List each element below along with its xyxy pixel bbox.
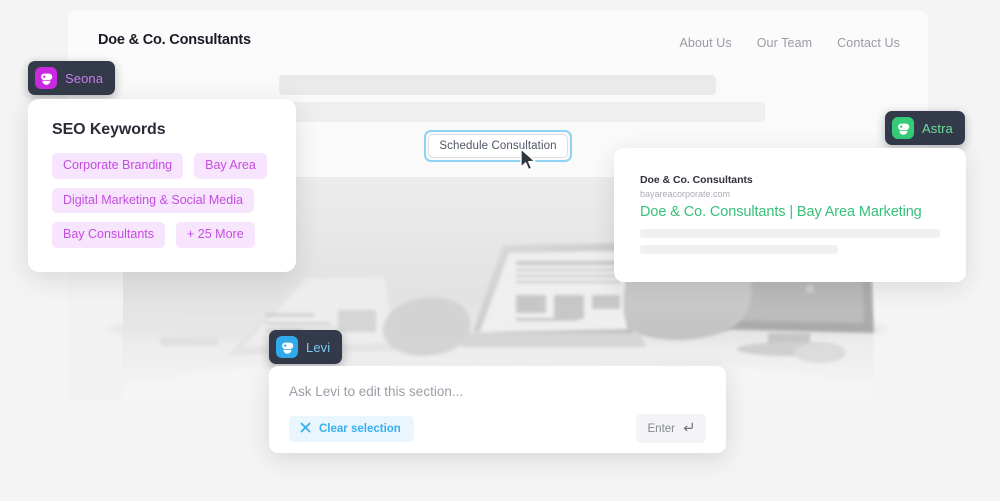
seo-keyword-chip-more[interactable]: + 25 More — [176, 222, 255, 248]
seo-keywords-card: SEO Keywords Corporate Branding Bay Area… — [28, 99, 296, 272]
seo-keyword-chip[interactable]: Bay Consultants — [52, 222, 166, 248]
seona-agent-icon — [35, 67, 57, 89]
hero-subtext-placeholder — [230, 102, 765, 122]
nav-link-about-us[interactable]: About Us — [679, 36, 731, 50]
nav-link-contact-us[interactable]: Contact Us — [837, 36, 900, 50]
schedule-consultation-button[interactable]: Schedule Consultation — [428, 134, 568, 158]
levi-agent-icon — [276, 336, 298, 358]
agent-badge-label: Astra — [922, 120, 953, 136]
serp-title-link[interactable]: Doe & Co. Consultants | Bay Area Marketi… — [640, 204, 940, 220]
nav-link-our-team[interactable]: Our Team — [757, 36, 812, 50]
site-header: Doe & Co. Consultants About Us Our Team … — [68, 11, 928, 73]
seo-keyword-chip[interactable]: Digital Marketing & Social Media — [52, 187, 254, 213]
agent-badge-label: Levi — [306, 339, 331, 355]
seo-keyword-chip[interactable]: Corporate Branding — [52, 153, 184, 179]
ai-prompt-card: Clear selection Enter — [269, 366, 726, 453]
serp-description-placeholder — [640, 245, 838, 254]
serp-site-name: Doe & Co. Consultants — [640, 174, 753, 186]
agent-badge-seona[interactable]: Seona — [28, 61, 116, 95]
enter-return-icon — [682, 421, 694, 436]
astra-agent-icon — [892, 117, 914, 139]
enter-submit-button[interactable]: Enter — [635, 414, 706, 443]
seo-keywords-title: SEO Keywords — [52, 121, 166, 138]
selected-element-outline: Schedule Consultation — [424, 130, 572, 162]
agent-badge-levi[interactable]: Levi — [269, 330, 343, 364]
agent-badge-astra[interactable]: Astra — [885, 111, 965, 145]
search-result-preview-card: Doe & Co. Consultants bayareacorporate.c… — [614, 148, 966, 282]
agent-badge-label: Seona — [65, 70, 104, 86]
hero-headline-placeholder — [279, 75, 716, 95]
seo-keyword-chip-list: Corporate Branding Bay Area Digital Mark… — [52, 153, 272, 248]
serp-description-placeholder — [640, 229, 940, 238]
clear-selection-button[interactable]: Clear selection — [289, 415, 414, 442]
seo-keyword-chip[interactable]: Bay Area — [194, 153, 267, 179]
site-logo: Doe & Co. Consultants — [98, 32, 251, 48]
serp-url: bayareacorporate.com — [640, 189, 731, 199]
close-x-icon — [300, 422, 311, 436]
ai-prompt-actions: Clear selection Enter — [289, 414, 706, 443]
enter-button-label: Enter — [647, 422, 676, 435]
site-nav: About Us Our Team Contact Us — [679, 36, 900, 50]
clear-selection-label: Clear selection — [319, 422, 401, 435]
ai-prompt-input[interactable] — [289, 384, 706, 399]
